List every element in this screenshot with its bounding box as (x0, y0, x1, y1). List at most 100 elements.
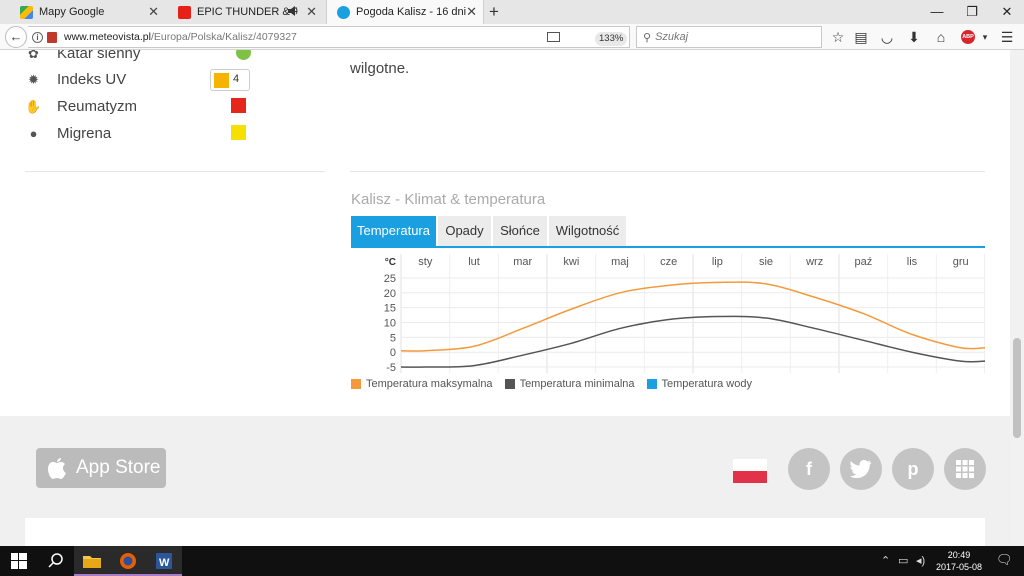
url-domain: www.meteovista.pl (64, 31, 151, 43)
app-store-button[interactable]: App Store (36, 448, 166, 488)
tab-close-icon[interactable]: ✕ (466, 4, 477, 20)
folder-icon (83, 556, 101, 568)
divider (350, 171, 985, 172)
description-clipped-line (350, 50, 990, 60)
search-input[interactable] (655, 31, 806, 43)
uv-indicator (214, 73, 229, 88)
taskbar-clock[interactable]: 20:49 2017-05-08 (930, 549, 988, 573)
firefox-button[interactable] (110, 546, 146, 576)
tab-pogoda-kalisz[interactable]: Pogoda Kalisz - 16 dni prog ✕ (326, 0, 484, 24)
hazard-label: Katar sienny (57, 50, 141, 62)
word-button[interactable]: W (146, 546, 182, 576)
bookmark-star-icon[interactable]: ☆ (829, 28, 847, 46)
head-icon: ● (29, 125, 38, 141)
x-tick-label: maj (611, 256, 629, 268)
bookmarks-list-icon[interactable]: ▤ (852, 28, 870, 46)
windows-taskbar: W ⌃ ▭ ◂) 20:49 2017-05-08 🗨 (0, 546, 1024, 576)
hazard-indicator (236, 50, 251, 60)
tab-slonce[interactable]: Słońce (493, 216, 547, 246)
apps-grid-icon[interactable] (944, 448, 986, 490)
divider (25, 171, 325, 172)
legend-label: Temperatura maksymalna (366, 378, 493, 390)
hand-icon: ✋ (25, 98, 42, 114)
menu-icon[interactable]: ☰ (998, 28, 1016, 46)
network-icon[interactable]: ▭ (898, 554, 908, 567)
info-icon[interactable]: i (32, 31, 43, 43)
window-close-button[interactable]: ✕ (997, 2, 1017, 22)
facebook-icon[interactable]: f (788, 448, 830, 490)
legend-swatch (504, 379, 515, 389)
pinterest-icon[interactable]: p (892, 448, 934, 490)
x-tick-label: wrz (805, 256, 823, 268)
poland-flag-icon[interactable] (733, 459, 767, 483)
legend-item[interactable]: Temperatura wody (646, 377, 753, 391)
clock-date: 2017-05-08 (935, 562, 983, 572)
tab-temperatura[interactable]: Temperatura (351, 216, 436, 246)
page-content: ✿ Katar sienny ✹ Indeks UV 4 ✋ Reumatyzm… (0, 50, 1010, 546)
speaker-icon[interactable] (287, 4, 299, 18)
hazard-indicator (231, 125, 246, 140)
hazard-indicator (231, 98, 246, 113)
tab-close-icon[interactable]: ✕ (148, 4, 159, 20)
scrollbar-thumb[interactable] (1013, 338, 1021, 438)
new-tab-button[interactable]: + (489, 2, 499, 22)
start-button[interactable] (0, 546, 36, 576)
x-tick-label: lis (907, 256, 918, 268)
chevron-up-icon[interactable]: ⌃ (881, 554, 890, 567)
zoom-level[interactable]: 133% (595, 32, 628, 46)
restore-button[interactable]: ❐ (962, 2, 982, 22)
minimize-button[interactable]: — (927, 2, 947, 22)
uv-index-badge: 4 (210, 69, 250, 91)
legend-swatch (351, 379, 361, 389)
legend-label: Temperatura wody (661, 378, 753, 390)
temperature-chart: 25 20 15 10 5 0 -5 °C sty lut mar kwi maj cze lip sie wr… (384, 254, 985, 374)
word-icon: W (156, 553, 172, 569)
tab-close-icon[interactable]: ✕ (306, 4, 317, 20)
vertical-scrollbar[interactable] (1010, 50, 1024, 546)
chevron-down-icon[interactable]: ▾ (976, 28, 994, 46)
meteovista-favicon-icon (337, 5, 350, 19)
unit-label: °C (385, 257, 396, 268)
tab-strip: Mapy Google ✕ EPIC THUNDER & RAIN | ✕ Po… (0, 0, 1024, 24)
downloads-icon[interactable]: ⬇ (905, 28, 923, 46)
search-taskbar-button[interactable] (38, 546, 74, 576)
search-bar[interactable]: ⚲ (636, 26, 822, 48)
y-tick-label: 0 (390, 347, 396, 359)
tab-mapy-google[interactable]: Mapy Google ✕ (10, 0, 165, 24)
tab-epic-thunder[interactable]: EPIC THUNDER & RAIN | ✕ (168, 0, 323, 24)
x-tick-label: lip (712, 256, 723, 268)
twitter-icon[interactable] (840, 448, 882, 490)
volume-icon[interactable]: ◂) (916, 554, 925, 567)
description-tail: wilgotne. (350, 60, 410, 77)
search-icon (48, 553, 63, 568)
reader-view-icon[interactable] (547, 32, 560, 42)
pocket-icon[interactable]: ◡ (878, 28, 896, 46)
hazard-row: ✋ Reumatyzm (25, 93, 137, 119)
back-button[interactable]: ← (5, 26, 27, 48)
x-tick-label: kwi (563, 256, 579, 268)
tab-opady[interactable]: Opady (438, 216, 491, 246)
hayfever-icon: ✿ (28, 50, 39, 61)
adblock-plus-icon[interactable]: ABP (961, 30, 975, 44)
app-store-label: App Store (76, 457, 161, 478)
url-bar[interactable]: i www.meteovista.pl/Europa/Polska/Kalisz… (28, 26, 650, 48)
google-maps-favicon-icon (20, 5, 33, 19)
search-icon: ⚲ (643, 31, 652, 44)
legend-label: Temperatura minimalna (519, 378, 635, 390)
home-icon[interactable]: ⌂ (932, 28, 950, 46)
x-tick-label: paź (854, 256, 872, 268)
file-explorer-button[interactable] (74, 546, 110, 576)
uv-value: 4 (233, 73, 240, 85)
svg-text:W: W (159, 557, 170, 569)
legend-item[interactable]: Temperatura maksymalna (351, 377, 493, 391)
sun-icon: ✹ (28, 71, 39, 87)
tab-wilgotnosc[interactable]: Wilgotność (549, 216, 626, 246)
chart-tabs: Temperatura Opady Słońce Wilgotność (351, 216, 985, 248)
legend-item[interactable]: Temperatura minimalna (504, 377, 635, 391)
forecast-description: wilgotne. (350, 50, 990, 78)
page-footer: App Store f p (0, 416, 1010, 546)
x-tick-label: mar (513, 256, 532, 268)
notification-icon[interactable]: 🗨 (996, 552, 1013, 568)
windows-logo-icon (11, 553, 27, 569)
clock-time: 20:49 (947, 550, 971, 560)
